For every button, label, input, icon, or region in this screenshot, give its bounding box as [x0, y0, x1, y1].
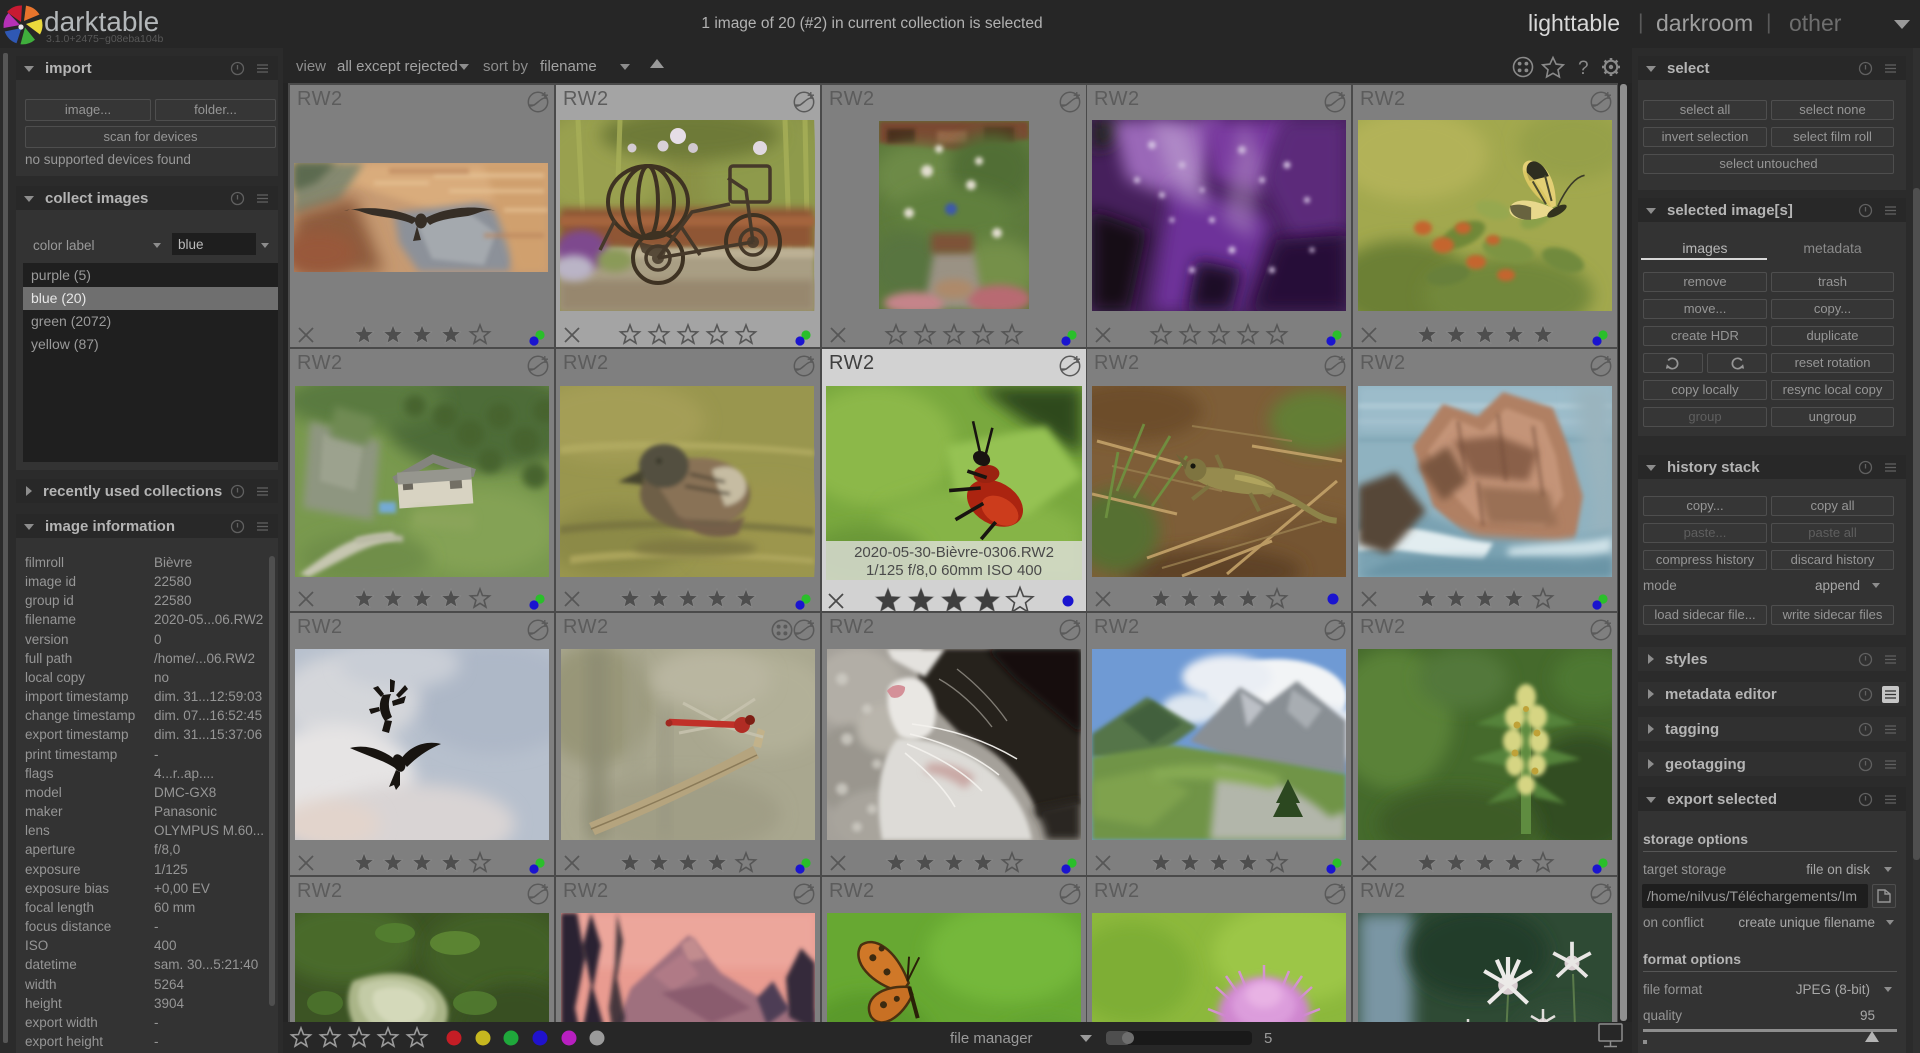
- svg-text:?: ?: [1578, 58, 1589, 79]
- svg-text:2020-05-30-Bièvre-0306.RW2: 2020-05-30-Bièvre-0306.RW2: [854, 544, 1054, 561]
- svg-text:file manager: file manager: [950, 1030, 1033, 1047]
- svg-text:5: 5: [1264, 1030, 1272, 1047]
